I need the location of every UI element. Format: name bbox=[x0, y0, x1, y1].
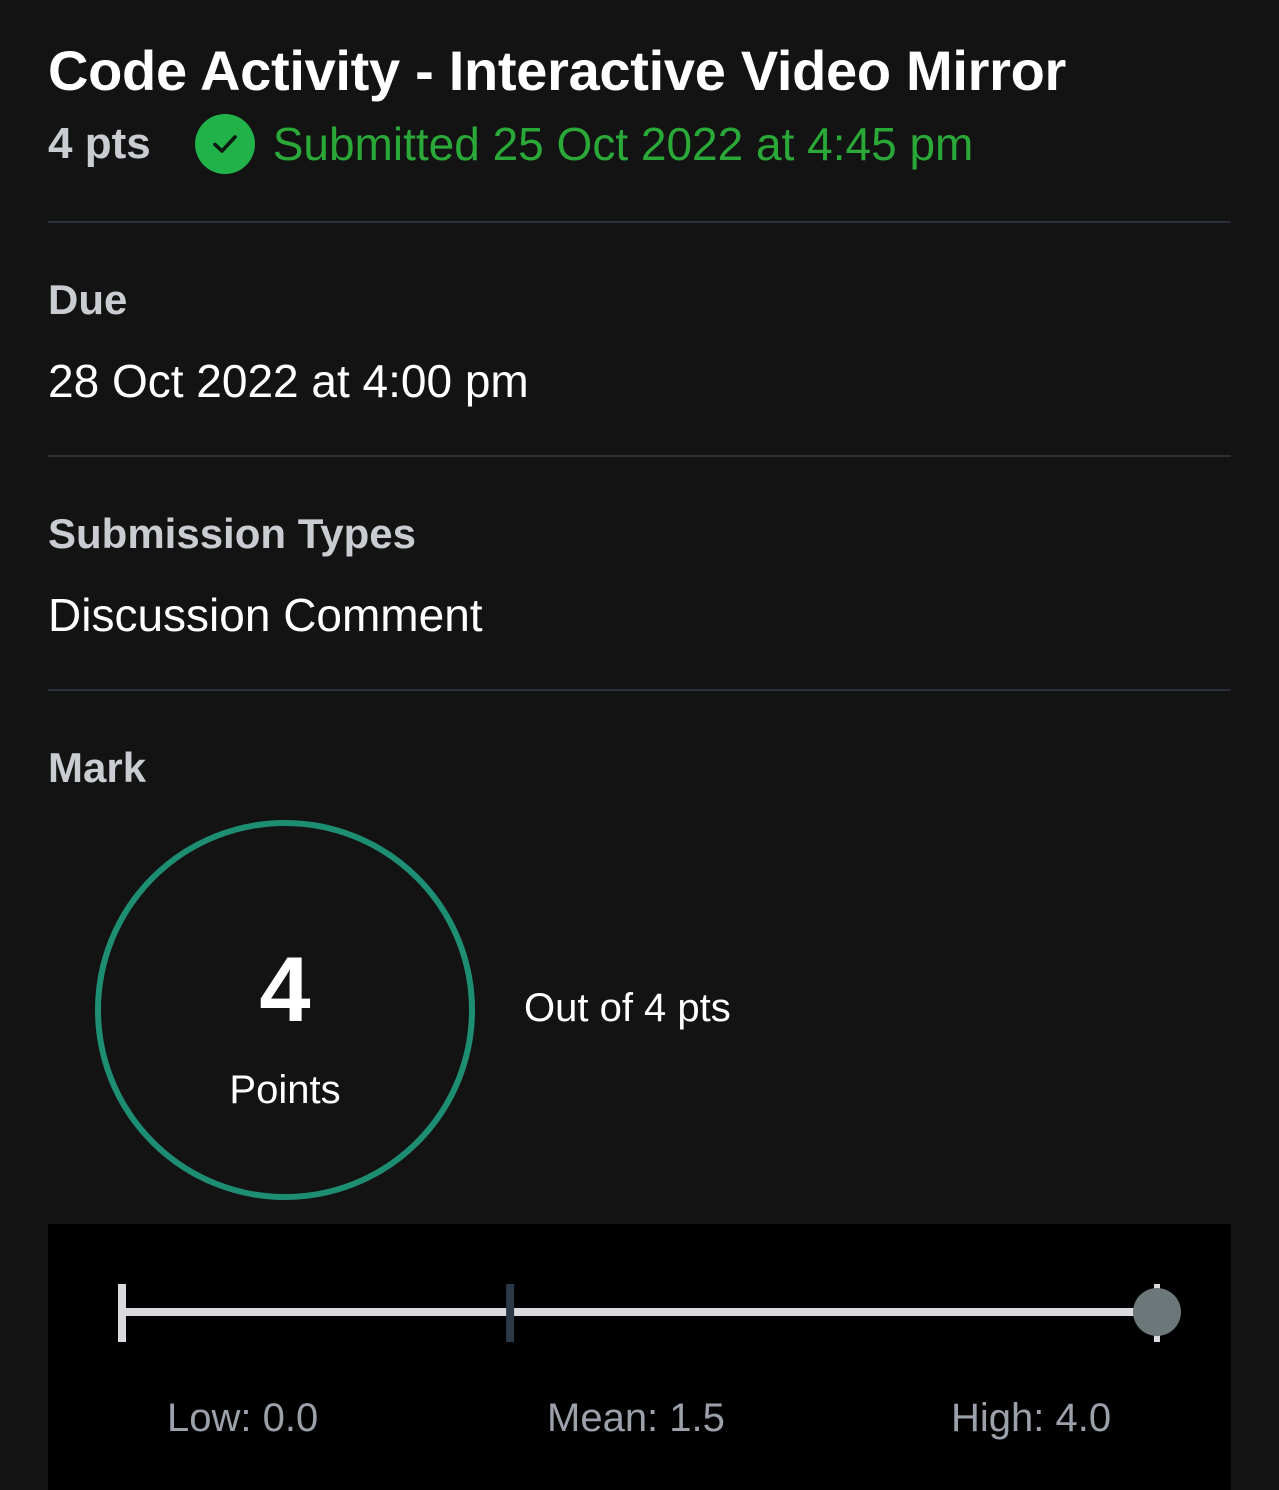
divider bbox=[48, 455, 1231, 457]
assignment-details-page: Code Activity - Interactive Video Mirror… bbox=[0, 0, 1279, 1490]
score-distribution-bar bbox=[118, 1284, 1181, 1342]
score-ring: 4 Points bbox=[95, 820, 475, 1200]
submission-types-label: Submission Types bbox=[48, 510, 416, 557]
submission-status: Submitted 25 Oct 2022 at 4:45 pm bbox=[272, 118, 974, 170]
due-label: Due bbox=[48, 276, 128, 323]
score-out-of: Out of 4 pts bbox=[524, 986, 731, 1030]
divider bbox=[48, 689, 1231, 691]
score-unit: Points bbox=[229, 1068, 341, 1112]
low-stat: Low: 0.0 bbox=[167, 1396, 319, 1440]
mark-label: Mark bbox=[48, 744, 147, 791]
high-stat: High: 4.0 bbox=[951, 1396, 1112, 1440]
score-marker bbox=[1133, 1288, 1181, 1336]
mean-stat: Mean: 1.5 bbox=[547, 1396, 725, 1440]
submission-types-value: Discussion Comment bbox=[48, 589, 483, 641]
due-date: 28 Oct 2022 at 4:00 pm bbox=[48, 355, 529, 407]
points-possible: 4 pts bbox=[48, 119, 151, 168]
score-statistics-panel: Low: 0.0 Mean: 1.5 High: 4.0 bbox=[48, 1224, 1231, 1490]
divider bbox=[48, 221, 1231, 223]
assignment-meta: 4 pts Submitted 25 Oct 2022 at 4:45 pm bbox=[48, 112, 973, 176]
score-value: 4 bbox=[259, 939, 311, 1041]
check-circle-icon bbox=[194, 114, 255, 174]
assignment-title: Code Activity - Interactive Video Mirror bbox=[48, 39, 1067, 102]
